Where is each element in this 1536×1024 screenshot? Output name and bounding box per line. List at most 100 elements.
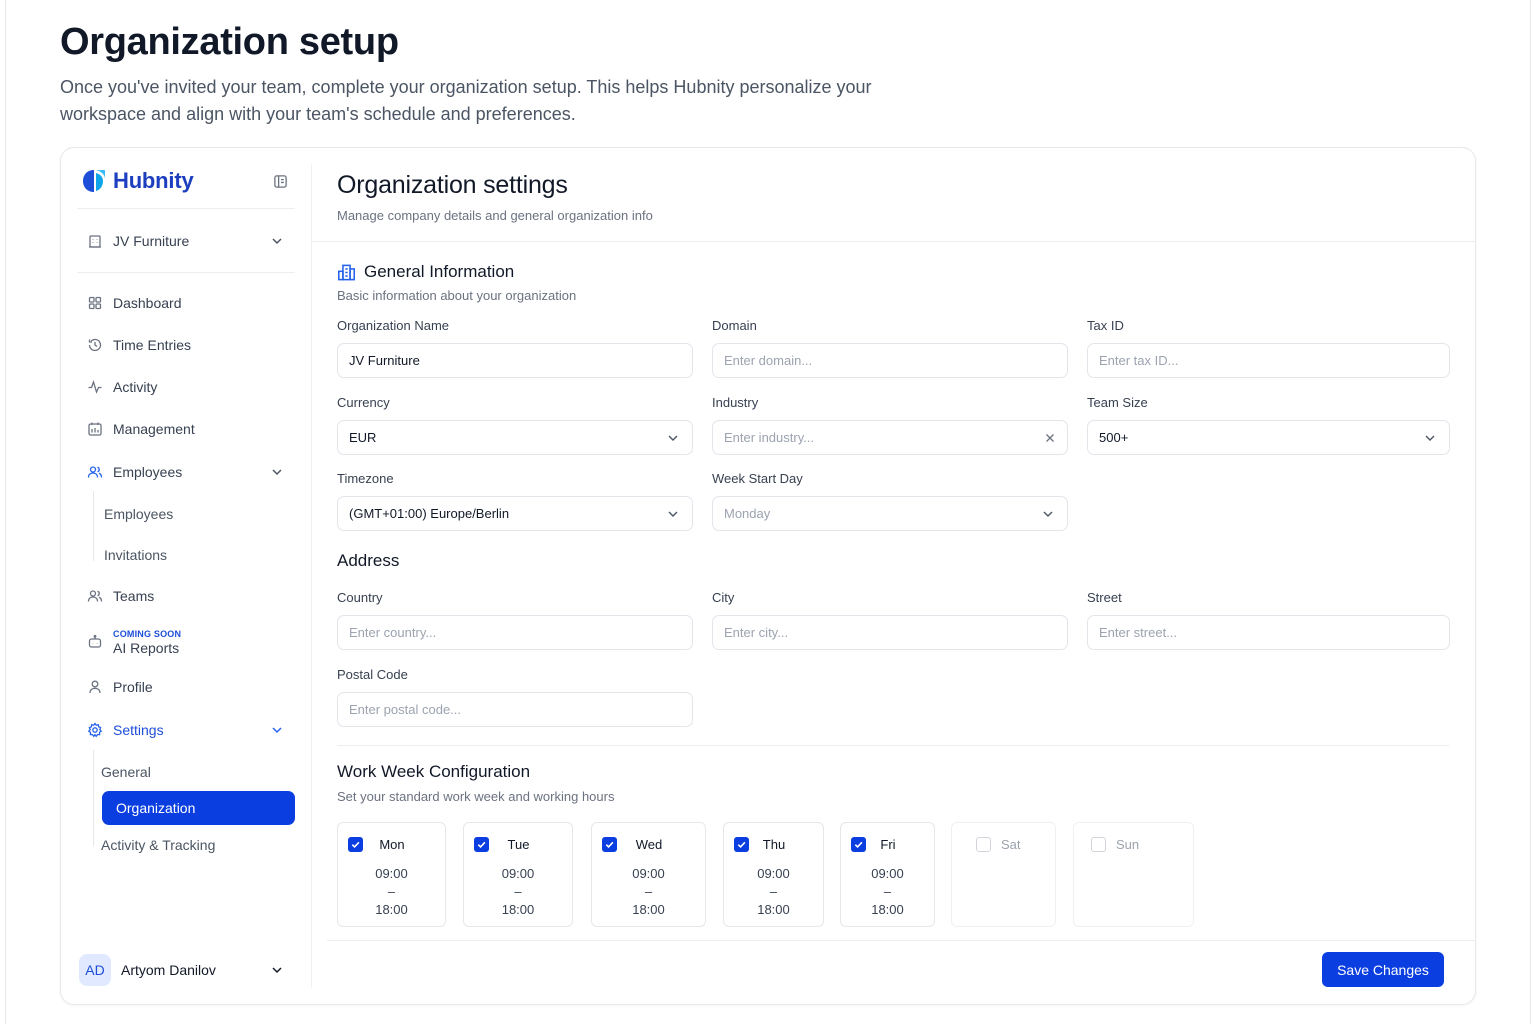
team-size-select[interactable]: 500+: [1087, 420, 1450, 455]
domain-field[interactable]: [712, 343, 1068, 378]
country-input[interactable]: [349, 625, 681, 640]
users-icon: [87, 466, 103, 478]
sidebar-toggle-icon: [273, 174, 287, 188]
street-input[interactable]: [1099, 625, 1438, 640]
team-size-value: 500+: [1099, 430, 1129, 445]
save-changes-button[interactable]: Save Changes: [1322, 952, 1444, 987]
end-time: 18:00: [632, 902, 665, 917]
time-separator: –: [387, 884, 396, 899]
industry-input[interactable]: [724, 430, 1044, 445]
sidebar-subitem-general[interactable]: General: [77, 755, 295, 789]
time-separator: –: [769, 884, 778, 899]
page-edge-right: [1530, 0, 1531, 1024]
sidebar-item-management[interactable]: Management: [77, 412, 295, 446]
organization-name: JV Furniture: [113, 233, 190, 249]
sidebar-subitem-organization[interactable]: Organization: [102, 791, 295, 825]
day-checkbox[interactable]: [976, 837, 991, 852]
user-menu[interactable]: AD Artyom Danilov: [77, 952, 295, 988]
sidebar-subitem-activity-tracking[interactable]: Activity & Tracking: [77, 828, 295, 862]
time-separator: –: [644, 884, 653, 899]
day-card-sun: Sun: [1073, 822, 1194, 927]
day-hours[interactable]: 09:00 – 18:00: [724, 865, 823, 919]
day-hours[interactable]: 09:00 – 18:00: [841, 865, 934, 919]
brand[interactable]: Hubnity: [81, 166, 194, 196]
page-title: Organization setup: [60, 21, 399, 63]
week-start-select[interactable]: Monday: [712, 496, 1068, 531]
org-name-input[interactable]: [349, 353, 681, 368]
timezone-value: (GMT+01:00) Europe/Berlin: [349, 506, 510, 521]
day-checkbox[interactable]: [602, 837, 617, 852]
end-time: 18:00: [871, 902, 904, 917]
end-time: 18:00: [501, 902, 535, 917]
start-time: 09:00: [632, 866, 665, 881]
day-hours[interactable]: 09:00 – 18:00: [464, 865, 572, 919]
day-name: Tue: [507, 837, 530, 852]
organization-switcher[interactable]: JV Furniture: [77, 224, 295, 258]
end-time: 18:00: [375, 902, 408, 917]
sidebar-item-dashboard[interactable]: Dashboard: [77, 286, 295, 320]
settings-title: Organization settings: [337, 171, 568, 199]
postal-code-field[interactable]: [337, 692, 693, 727]
sidebar-item-label: Employees: [113, 464, 183, 480]
day-checkbox[interactable]: [1091, 837, 1106, 852]
timezone-select[interactable]: (GMT+01:00) Europe/Berlin: [337, 496, 693, 531]
street-field[interactable]: [1087, 615, 1450, 650]
chevron-down-icon: [668, 511, 678, 517]
sidebar-item-activity[interactable]: Activity: [77, 370, 295, 404]
tax-id-label: Tax ID: [1087, 318, 1124, 333]
calendar-chart-icon: [88, 422, 102, 436]
tax-id-input[interactable]: [1099, 353, 1438, 368]
check-icon: [477, 841, 486, 849]
app-window: Hubnity JV Furniture Dashboard Time Entr…: [60, 147, 1476, 1005]
day-name: Wed: [635, 837, 663, 852]
sidebar-item-label: Management: [113, 421, 195, 437]
day-card-wed: Wed 09:00 – 18:00: [591, 822, 706, 927]
day-hours[interactable]: 09:00 – 18:00: [338, 865, 445, 919]
work-week-subtitle: Set your standard work week and working …: [337, 789, 615, 804]
day-checkbox[interactable]: [474, 837, 489, 852]
sidebar-item-label: Teams: [113, 588, 155, 604]
sidebar-item-time-entries[interactable]: Time Entries: [77, 328, 295, 362]
check-icon: [351, 841, 360, 849]
general-info-subtitle: Basic information about your organizatio…: [337, 288, 577, 303]
week-start-label: Week Start Day: [712, 471, 803, 486]
domain-input[interactable]: [724, 353, 1056, 368]
sidebar-item-teams[interactable]: Teams: [77, 579, 295, 613]
day-hours[interactable]: 09:00 – 18:00: [592, 865, 705, 919]
sidebar-collapse-button[interactable]: [271, 172, 289, 190]
activity-pulse-icon: [88, 379, 102, 394]
day-checkbox[interactable]: [348, 837, 363, 852]
sidebar-item-label: Settings: [113, 722, 164, 738]
day-checkbox[interactable]: [851, 837, 866, 852]
start-time: 09:00: [375, 866, 408, 881]
chevron-down-icon: [1425, 435, 1435, 441]
tax-id-field[interactable]: [1087, 343, 1450, 378]
hubnity-logo-icon: [83, 170, 105, 192]
section-title: Address: [337, 551, 400, 570]
org-name-label: Organization Name: [337, 318, 449, 333]
close-icon: [1046, 433, 1054, 442]
sidebar-item-employees[interactable]: Employees: [77, 455, 295, 489]
day-checkbox[interactable]: [734, 837, 749, 852]
start-time: 09:00: [757, 866, 790, 881]
currency-select[interactable]: EUR: [337, 420, 693, 455]
day-name: Sun: [1116, 837, 1140, 852]
sidebar-subitem-employees[interactable]: Employees: [77, 497, 295, 531]
org-name-field[interactable]: [337, 343, 693, 378]
clear-industry-button[interactable]: [1044, 432, 1056, 444]
industry-field[interactable]: [712, 420, 1068, 455]
postal-code-input[interactable]: [349, 702, 681, 717]
city-input[interactable]: [724, 625, 1056, 640]
city-field[interactable]: [712, 615, 1068, 650]
sidebar-item-label: General: [101, 764, 151, 780]
sidebar-item-label: Activity & Tracking: [101, 837, 216, 853]
country-field[interactable]: [337, 615, 693, 650]
sidebar-subitem-invitations[interactable]: Invitations: [77, 538, 295, 572]
sidebar-item-profile[interactable]: Profile: [77, 670, 295, 704]
sidebar-item-settings[interactable]: Settings: [77, 713, 295, 747]
sidebar-item-ai-reports[interactable]: COMING SOON AI Reports: [77, 624, 295, 660]
day-card-sat: Sat: [951, 822, 1056, 927]
team-icon: [87, 590, 103, 602]
sidebar-item-label: AI Reports: [113, 639, 180, 656]
building-icon: [89, 235, 101, 248]
